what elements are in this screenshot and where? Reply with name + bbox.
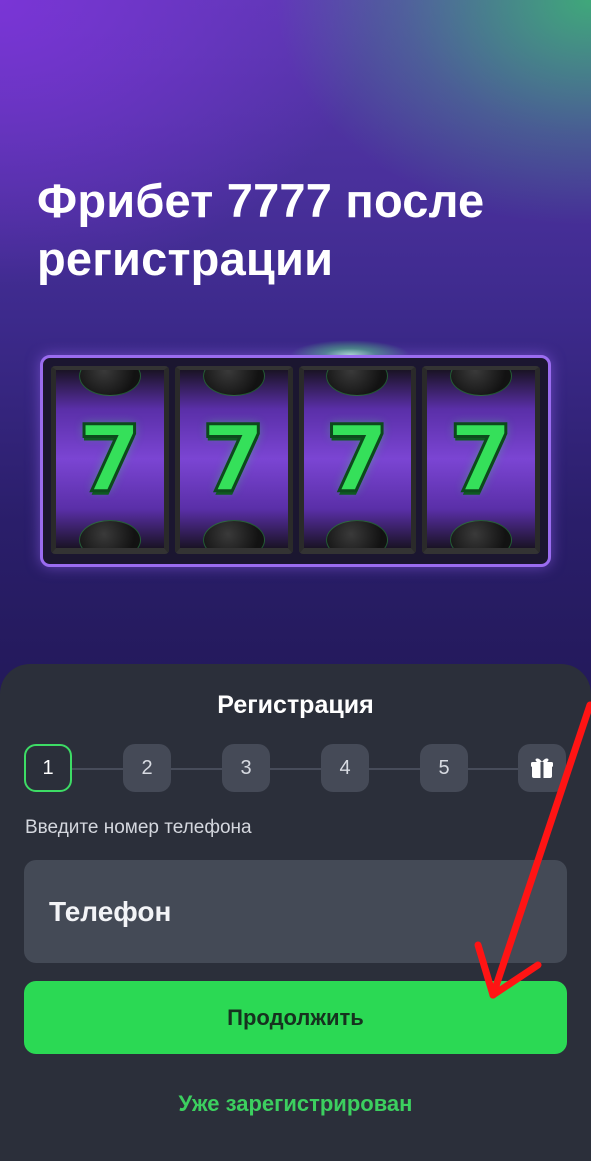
phone-hint: Введите номер телефона: [25, 817, 252, 838]
hockey-puck-icon: [450, 520, 513, 548]
step-4: 4: [321, 744, 369, 792]
step-1: 1: [24, 744, 72, 792]
hockey-puck-icon: [78, 370, 141, 396]
slot-symbol: 7: [200, 406, 267, 513]
slot-symbol: 7: [448, 406, 515, 513]
slot-reel-4: 7: [422, 366, 540, 554]
promo-title: Фрибет 7777 после регистрации: [37, 174, 485, 285]
promo-banner: Фрибет 7777 после регистрации 7 7 7 7: [0, 0, 591, 700]
hockey-puck-icon: [78, 520, 141, 548]
slot-symbol: 7: [76, 406, 143, 513]
step-3: 3: [222, 744, 270, 792]
step-connector: [270, 768, 321, 770]
step-connector: [72, 768, 123, 770]
continue-button[interactable]: Продолжить: [24, 981, 567, 1054]
step-indicator: 1 2 3 4 5: [24, 744, 569, 794]
registration-sheet: Регистрация 1 2 3 4 5 Введите номер теле…: [0, 664, 591, 1161]
phone-input[interactable]: [24, 860, 567, 963]
basketball-icon: [450, 370, 513, 396]
basketball-icon: [326, 520, 389, 548]
slot-reel-2: 7: [174, 366, 293, 554]
step-2: 2: [123, 744, 171, 792]
hockey-puck-icon: [202, 370, 265, 396]
slot-reel-1: 7: [51, 366, 169, 554]
slot-symbol: 7: [324, 406, 391, 513]
step-connector: [369, 768, 420, 770]
gift-icon: [518, 744, 566, 792]
step-connector: [468, 768, 518, 770]
already-registered-link[interactable]: Уже зарегистрирован: [0, 1090, 591, 1118]
slot-machine-image: 7 7 7 7: [40, 355, 551, 567]
step-5: 5: [420, 744, 468, 792]
slot-reel-3: 7: [298, 366, 417, 554]
soccer-ball-icon: [326, 370, 389, 396]
registration-title: Регистрация: [217, 691, 374, 719]
step-connector: [171, 768, 222, 770]
soccer-ball-icon: [202, 520, 265, 548]
